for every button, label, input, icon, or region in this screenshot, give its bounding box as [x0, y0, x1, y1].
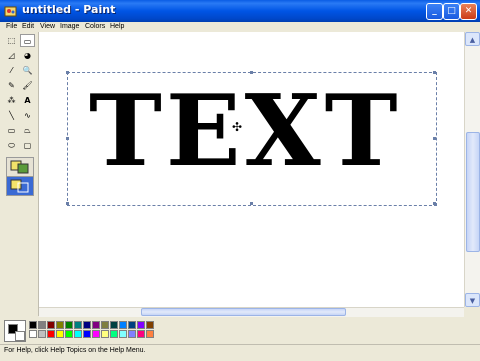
toolbox: ⬚ ▭ ◿ ◕ ⁄ 🔍 ✎ 🖌 ⁂ A ╲ ∿ ▭ ⏢ ⬭ ▢ [0, 32, 39, 316]
workspace: TEXT ✣ [39, 32, 464, 307]
menu-colors[interactable]: Colors [85, 22, 105, 32]
color-swatch[interactable] [65, 321, 73, 329]
color-palette [0, 317, 480, 344]
window-title: untitled - Paint [22, 3, 116, 16]
color-swatch[interactable] [65, 330, 73, 338]
status-text: For Help, click Help Topics on the Help … [4, 347, 146, 354]
selection-handle[interactable] [433, 137, 436, 140]
polygon-tool[interactable]: ⏢ [20, 124, 35, 137]
selection-handle[interactable] [66, 71, 69, 74]
selection-handle[interactable] [66, 202, 69, 205]
color-swatch[interactable] [38, 330, 46, 338]
color-swatch[interactable] [146, 321, 154, 329]
minimize-button[interactable]: _ [426, 3, 443, 20]
opaque-option-icon [10, 160, 29, 174]
ellipse-tool[interactable]: ⬭ [4, 139, 19, 152]
selection-rectangle[interactable] [66, 71, 437, 206]
pick-color-tool[interactable]: ⁄ [4, 64, 19, 77]
paint-app-icon [4, 6, 17, 17]
selection-handle[interactable] [433, 71, 436, 74]
rectangle-tool[interactable]: ▭ [4, 124, 19, 137]
color-swatch[interactable] [110, 321, 118, 329]
menu-view[interactable]: View [40, 22, 55, 32]
color-swatch[interactable] [146, 330, 154, 338]
color-swatch[interactable] [38, 321, 46, 329]
vertical-scrollbar[interactable]: ▲ ▼ [464, 32, 480, 307]
line-tool[interactable]: ╲ [4, 109, 19, 122]
color-swatch[interactable] [128, 330, 136, 338]
color-swatch[interactable] [83, 330, 91, 338]
close-button[interactable]: ✕ [460, 3, 477, 20]
color-swatch[interactable] [74, 330, 82, 338]
eraser-tool[interactable]: ◿ [4, 49, 19, 62]
pencil-tool[interactable]: ✎ [4, 79, 19, 92]
color-swatch[interactable] [128, 321, 136, 329]
color-swatch[interactable] [29, 330, 37, 338]
title-bar[interactable]: untitled - Paint _ □ ✕ [0, 0, 480, 22]
text-tool[interactable]: A [20, 94, 35, 107]
status-bar: For Help, click Help Topics on the Help … [0, 344, 480, 361]
color-swatch[interactable] [47, 321, 55, 329]
color-swatch[interactable] [119, 330, 127, 338]
drawing-canvas[interactable]: TEXT ✣ [39, 32, 464, 307]
color-swatch[interactable] [56, 330, 64, 338]
airbrush-tool[interactable]: ⁂ [4, 94, 19, 107]
fill-tool[interactable]: ◕ [20, 49, 35, 62]
color-swatch[interactable] [110, 330, 118, 338]
color-swatch[interactable] [29, 321, 37, 329]
scroll-down-button[interactable]: ▼ [465, 293, 480, 307]
move-cursor-icon: ✣ [232, 120, 243, 134]
opaque-background-option[interactable] [6, 157, 34, 177]
menu-bar: File Edit View Image Colors Help [0, 22, 480, 32]
color-swatch[interactable] [47, 330, 55, 338]
selection-handle[interactable] [66, 137, 69, 140]
transparent-background-option[interactable] [6, 176, 34, 196]
color-swatch[interactable] [83, 321, 91, 329]
color-swatch[interactable] [101, 330, 109, 338]
horizontal-scrollbar[interactable] [39, 307, 464, 317]
current-colors[interactable] [4, 320, 26, 342]
menu-image[interactable]: Image [60, 22, 79, 32]
brush-tool[interactable]: 🖌 [20, 79, 35, 92]
selection-handle[interactable] [250, 71, 253, 74]
color-swatch[interactable] [119, 321, 127, 329]
color-swatch[interactable] [137, 321, 145, 329]
selection-handle[interactable] [433, 202, 436, 205]
menu-file[interactable]: File [6, 22, 17, 32]
selection-handle[interactable] [250, 202, 253, 205]
horizontal-scroll-thumb[interactable] [141, 308, 346, 316]
color-swatch[interactable] [92, 321, 100, 329]
vertical-scroll-thumb[interactable] [466, 132, 480, 252]
color-swatch[interactable] [137, 330, 145, 338]
rounded-rectangle-tool[interactable]: ▢ [20, 139, 35, 152]
select-tool[interactable]: ▭ [20, 34, 35, 47]
curve-tool[interactable]: ∿ [20, 109, 35, 122]
menu-edit[interactable]: Edit [22, 22, 34, 32]
menu-help[interactable]: Help [110, 22, 124, 32]
color-swatch[interactable] [74, 321, 82, 329]
free-form-select-tool[interactable]: ⬚ [4, 34, 19, 47]
background-color[interactable] [15, 331, 25, 341]
color-swatch[interactable] [92, 330, 100, 338]
magnifier-tool[interactable]: 🔍 [20, 64, 35, 77]
maximize-button[interactable]: □ [443, 3, 460, 20]
color-swatch[interactable] [56, 321, 64, 329]
color-swatch[interactable] [101, 321, 109, 329]
transparent-option-icon [10, 179, 29, 193]
scroll-up-button[interactable]: ▲ [465, 32, 480, 46]
